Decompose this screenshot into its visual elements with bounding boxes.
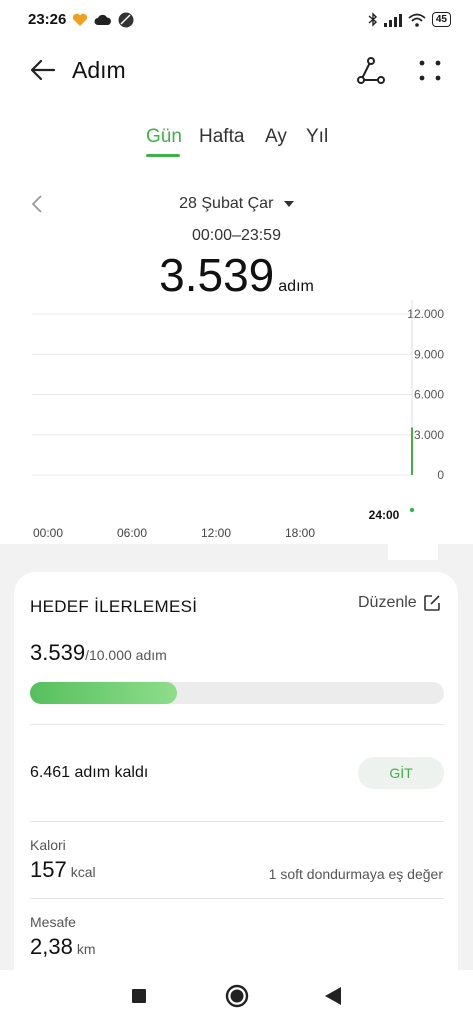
x-tick-label: 06:00 bbox=[117, 526, 147, 540]
distance-value: 2,38 bbox=[30, 934, 73, 959]
edit-icon bbox=[423, 595, 440, 611]
x-tick-label: 00:00 bbox=[33, 526, 63, 540]
wifi-icon bbox=[408, 13, 426, 27]
goal-progress-bar bbox=[30, 682, 444, 704]
y-tick-label: 0 bbox=[437, 468, 444, 482]
calories-value-row: 157 kcal bbox=[30, 857, 96, 883]
date-label: 28 Şubat Çar bbox=[179, 195, 274, 212]
goal-current: 3.539 bbox=[30, 640, 86, 665]
battery-icon: 45 bbox=[431, 12, 451, 27]
y-tick-label: 12.000 bbox=[407, 307, 444, 321]
y-tick-label: 3.000 bbox=[414, 428, 444, 442]
home-icon[interactable] bbox=[225, 984, 249, 1008]
edit-label: Düzenle bbox=[358, 594, 417, 611]
go-button[interactable]: GİT bbox=[358, 757, 444, 789]
current-time-dot bbox=[409, 507, 415, 513]
x-tick-label: 18:00 bbox=[285, 526, 315, 540]
distance-value-row: 2,38 km bbox=[30, 934, 96, 960]
status-time: 23:26 bbox=[28, 11, 67, 28]
tab-day[interactable]: Gün bbox=[146, 126, 182, 148]
x-tick-label: 12:00 bbox=[201, 526, 231, 540]
edit-goal-button[interactable]: Düzenle bbox=[358, 594, 441, 612]
more-icon[interactable] bbox=[416, 56, 444, 86]
heart-icon bbox=[72, 13, 88, 26]
goal-target: /10.000 adım bbox=[85, 647, 167, 663]
tab-month[interactable]: Ay bbox=[265, 126, 287, 148]
goal-title: HEDEF İLERLEMESİ bbox=[30, 597, 198, 616]
date-selector[interactable]: 28 Şubat Çar bbox=[0, 195, 473, 213]
tab-active-indicator bbox=[146, 154, 180, 157]
total-steps-value: 3.539 bbox=[159, 249, 275, 301]
period-tabs: Gün Hafta Ay Yıl bbox=[0, 124, 473, 164]
app-icon bbox=[118, 12, 134, 28]
steps-chart[interactable]: 12.000 9.000 6.000 3.000 0 00:00 06:00 12:00 18:… bbox=[0, 300, 473, 550]
caret-down-icon bbox=[283, 200, 294, 207]
chart-scrubber-handle[interactable] bbox=[388, 520, 438, 560]
calories-value: 157 bbox=[30, 857, 67, 882]
divider bbox=[30, 821, 444, 822]
page-title: Adım bbox=[72, 57, 126, 83]
time-range: 00:00–23:59 bbox=[192, 227, 281, 244]
y-tick-label: 6.000 bbox=[414, 388, 444, 402]
status-right-icons: 45 bbox=[368, 12, 451, 27]
data-bar bbox=[411, 427, 413, 475]
recent-apps-icon[interactable] bbox=[131, 988, 147, 1004]
cloud-icon bbox=[94, 14, 111, 25]
tab-year[interactable]: Yıl bbox=[306, 126, 328, 148]
total-steps: 3.539 adım bbox=[0, 248, 473, 302]
calories-label: Kalori bbox=[30, 837, 66, 853]
total-steps-unit: adım bbox=[278, 278, 314, 295]
status-left-icons bbox=[72, 12, 134, 28]
back-nav-icon[interactable] bbox=[324, 986, 342, 1006]
divider bbox=[30, 724, 444, 725]
signal-icon bbox=[383, 13, 402, 27]
back-arrow-icon[interactable] bbox=[28, 55, 58, 85]
bluetooth-icon bbox=[368, 12, 377, 27]
tab-week[interactable]: Hafta bbox=[199, 126, 244, 148]
system-nav-bar bbox=[0, 970, 473, 1024]
distance-label: Mesafe bbox=[30, 914, 76, 930]
calories-equivalent: 1 soft dondurmaya eş değer bbox=[268, 866, 443, 882]
calories-unit: kcal bbox=[70, 864, 96, 880]
distance-unit: km bbox=[76, 941, 96, 957]
route-icon[interactable] bbox=[356, 56, 386, 86]
status-bar: 23:26 45 bbox=[0, 0, 473, 42]
divider bbox=[30, 898, 444, 899]
goal-value: 3.539/10.000 adım bbox=[30, 640, 167, 666]
remaining-steps: 6.461 adım kaldı bbox=[30, 764, 149, 781]
goal-progress-fill bbox=[30, 682, 177, 704]
y-tick-label: 9.000 bbox=[414, 347, 444, 361]
